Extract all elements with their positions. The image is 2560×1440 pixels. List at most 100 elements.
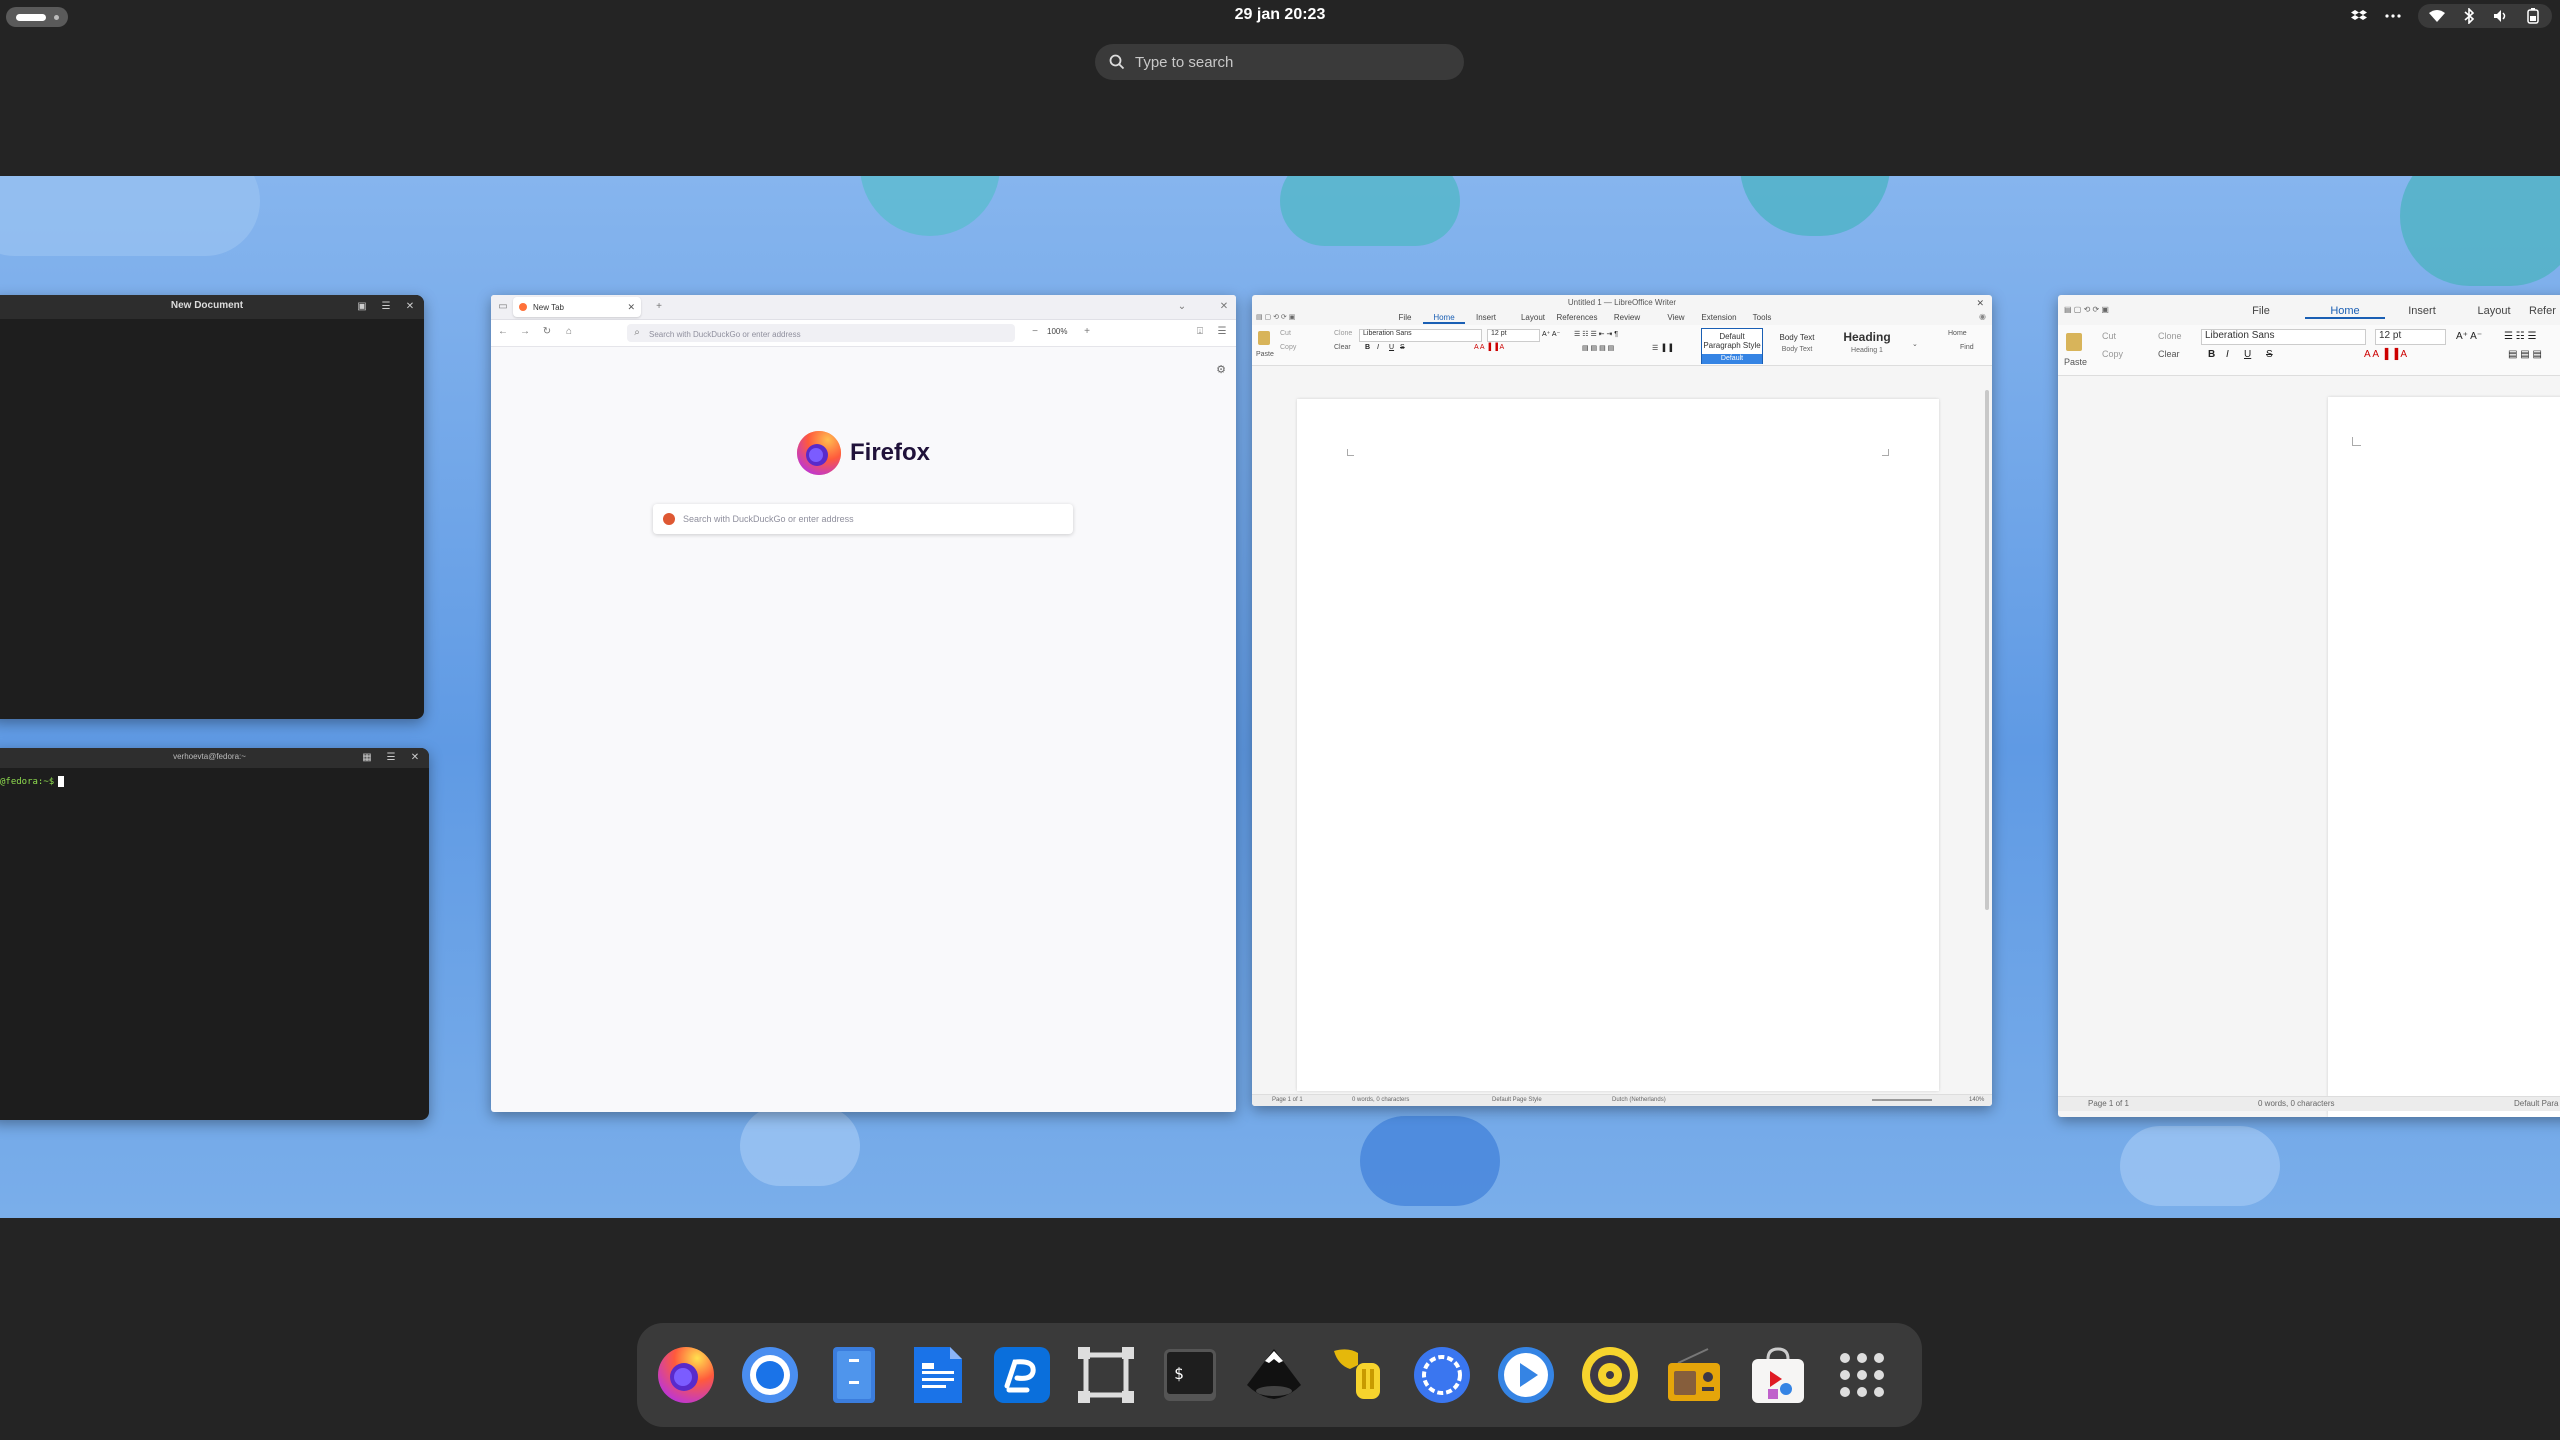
close-icon[interactable]: ✕ bbox=[1976, 295, 1984, 311]
tab-file[interactable]: File bbox=[2233, 305, 2289, 319]
style-default-paragraph[interactable]: Default Paragraph Style Default bbox=[1701, 328, 1763, 364]
close-icon[interactable]: ✕ bbox=[1218, 301, 1230, 313]
italic-icon[interactable]: I bbox=[1377, 344, 1379, 351]
dock-app-tuba[interactable] bbox=[1324, 1341, 1392, 1409]
page-count[interactable]: Page 1 of 1 bbox=[2088, 1099, 2129, 1108]
word-count[interactable]: 0 words, 0 characters bbox=[1352, 1097, 1409, 1103]
bold-icon[interactable]: B bbox=[1365, 344, 1370, 351]
tab-file[interactable]: File bbox=[1387, 313, 1423, 324]
dock-app-signal[interactable] bbox=[1408, 1341, 1476, 1409]
activities-button[interactable] bbox=[6, 7, 68, 27]
grow-font-icon[interactable]: A⁺ A⁻ bbox=[1542, 330, 1560, 338]
firefox-window[interactable]: ▭ New Tab ✕ + ⌄ ✕ ← → ↻ ⌂ ⌕ − 100% + ⍗ ☰ bbox=[491, 295, 1236, 1112]
terminal-prompt[interactable]: @fedora:~$ bbox=[0, 776, 429, 787]
tab-home[interactable]: Home bbox=[1423, 313, 1465, 324]
list-bullets-icon[interactable]: ☰ ☷ ☰ bbox=[2504, 331, 2536, 342]
url-input[interactable] bbox=[647, 329, 1011, 340]
close-icon[interactable]: ✕ bbox=[409, 751, 421, 763]
search-input[interactable] bbox=[1133, 52, 1437, 72]
font-name-combobox[interactable]: Liberation Sans bbox=[2201, 329, 2366, 345]
tab-insert[interactable]: Insert bbox=[1471, 313, 1501, 324]
close-icon[interactable]: ✕ bbox=[404, 300, 416, 312]
underline-icon[interactable]: U bbox=[1389, 344, 1394, 351]
quick-access-toolbar-icon[interactable]: ▤ ▢ ⟲ ⟳ ▣ bbox=[2064, 305, 2109, 314]
line-spacing-icon[interactable]: ☰ ▐ ▐ bbox=[1652, 344, 1672, 352]
word-count[interactable]: 0 words, 0 characters bbox=[2258, 1099, 2334, 1108]
bold-icon[interactable]: B bbox=[2208, 349, 2215, 360]
dock-app-software[interactable] bbox=[1744, 1341, 1812, 1409]
language[interactable]: Dutch (Netherlands) bbox=[1612, 1097, 1666, 1103]
font-color-icon[interactable]: A A ▐ ▐ A bbox=[2364, 349, 2407, 360]
dock-app-pika[interactable] bbox=[988, 1341, 1056, 1409]
dock-app-terminal[interactable]: $ bbox=[1156, 1341, 1224, 1409]
strikethrough-icon[interactable]: S bbox=[1400, 344, 1405, 351]
dock-app-amberol[interactable] bbox=[1576, 1341, 1644, 1409]
system-status-menu[interactable] bbox=[2418, 4, 2552, 28]
italic-icon[interactable]: I bbox=[2226, 349, 2229, 360]
zoom-in-icon[interactable]: + bbox=[1081, 326, 1093, 338]
new-tab-icon[interactable]: + bbox=[653, 301, 665, 313]
terminal-window[interactable]: verhoevta@fedora:~ ▦ ☰ ✕ @fedora:~$ bbox=[0, 748, 429, 1120]
dock-app-parabolic[interactable] bbox=[1492, 1341, 1560, 1409]
font-name-combobox[interactable]: Liberation Sans bbox=[1359, 329, 1482, 342]
copy-button[interactable]: Copy bbox=[1280, 344, 1296, 351]
dropbox-icon[interactable] bbox=[2350, 7, 2368, 25]
zoom-out-icon[interactable]: − bbox=[1029, 326, 1041, 338]
chevron-down-icon[interactable]: ⌄ bbox=[1176, 301, 1188, 313]
tabs-icon[interactable]: ▦ bbox=[361, 751, 373, 763]
paste-icon[interactable] bbox=[2066, 333, 2082, 351]
paste-label[interactable]: Paste bbox=[1256, 351, 1274, 358]
zoom-level[interactable]: 100% bbox=[1047, 327, 1067, 336]
forward-icon[interactable]: → bbox=[519, 326, 531, 338]
zoom-slider[interactable] bbox=[1872, 1099, 1932, 1101]
dock-app-files[interactable] bbox=[820, 1341, 888, 1409]
hamburger-menu-icon[interactable]: ☰ bbox=[1216, 326, 1228, 338]
clone-formatting-button[interactable]: Clone bbox=[1334, 330, 1352, 337]
hamburger-menu-icon[interactable]: ☰ bbox=[385, 751, 397, 763]
tab-extension[interactable]: Extension bbox=[1699, 313, 1739, 324]
tab-insert[interactable]: Insert bbox=[2397, 305, 2447, 319]
paragraph-style[interactable]: Default Para bbox=[2514, 1099, 2558, 1108]
tab-tools[interactable]: Tools bbox=[1747, 313, 1777, 324]
vertical-scrollbar[interactable] bbox=[1985, 390, 1989, 910]
style-body-text[interactable]: Body Text Body Text bbox=[1767, 328, 1827, 362]
font-color-icon[interactable]: A A ▐ ▐ A bbox=[1474, 344, 1504, 351]
document-page[interactable] bbox=[2328, 397, 2560, 1117]
paste-label[interactable]: Paste bbox=[2064, 357, 2087, 367]
libreoffice-writer-window-2[interactable]: ▤ ▢ ⟲ ⟳ ▣ File Home Insert Layout Refer … bbox=[2058, 295, 2560, 1117]
home-dropdown[interactable]: Home bbox=[1948, 330, 1967, 337]
url-bar[interactable]: ⌕ bbox=[627, 324, 1015, 342]
align-left-icon[interactable]: ▤ ▤ ▤ bbox=[2508, 349, 2542, 360]
tab-layout[interactable]: Layout bbox=[2469, 305, 2519, 319]
document-page[interactable] bbox=[1297, 399, 1939, 1091]
find-button[interactable]: Find bbox=[1960, 344, 1974, 351]
underline-icon[interactable]: U bbox=[2244, 349, 2251, 360]
font-size-combobox[interactable]: 12 pt bbox=[1487, 329, 1540, 342]
dock-app-libreoffice-writer[interactable] bbox=[904, 1341, 972, 1409]
list-bullets-icon[interactable]: ☰ ☷ ☰ ⇤ ⇥ ¶ bbox=[1574, 330, 1618, 338]
clock[interactable]: 29 jan 20:23 bbox=[1180, 6, 1380, 24]
zoom-level[interactable]: 140% bbox=[1969, 1097, 1984, 1103]
gear-icon[interactable]: ⚙ bbox=[1216, 363, 1226, 376]
dock-app-firefox[interactable] bbox=[652, 1341, 720, 1409]
overflow-menu-icon[interactable] bbox=[2384, 7, 2402, 25]
dock-app-shortwave[interactable] bbox=[1660, 1341, 1728, 1409]
cut-button[interactable]: Cut bbox=[2102, 331, 2116, 341]
tab-new-tab[interactable]: New Tab ✕ bbox=[513, 297, 641, 317]
page-count[interactable]: Page 1 of 1 bbox=[1272, 1097, 1303, 1103]
style-heading-1[interactable]: Heading Heading 1 bbox=[1832, 328, 1902, 362]
save-icon[interactable]: ▣ bbox=[356, 300, 368, 312]
tab-home[interactable]: Home bbox=[2305, 305, 2385, 319]
dock-app-chromium[interactable] bbox=[736, 1341, 804, 1409]
clear-formatting-button[interactable]: Clear bbox=[2158, 349, 2180, 359]
workspace-preview[interactable]: New Document ▣ ☰ ✕ verhoevta@fedora:~ ▦ … bbox=[0, 176, 2560, 1218]
copy-button[interactable]: Copy bbox=[2102, 349, 2123, 359]
font-size-combobox[interactable]: 12 pt bbox=[2375, 329, 2446, 345]
paste-icon[interactable] bbox=[1258, 331, 1270, 345]
close-tab-icon[interactable]: ✕ bbox=[627, 302, 635, 313]
show-apps-button[interactable] bbox=[1828, 1341, 1896, 1409]
libreoffice-writer-window[interactable]: Untitled 1 — LibreOffice Writer ✕ ▤ ▢ ⟲ … bbox=[1252, 295, 1992, 1106]
quick-access-toolbar-icon[interactable]: ▤ ▢ ⟲ ⟳ ▣ bbox=[1256, 313, 1295, 321]
grow-font-icon[interactable]: A⁺ A⁻ bbox=[2456, 331, 2482, 342]
tab-layout[interactable]: Layout bbox=[1515, 313, 1551, 324]
